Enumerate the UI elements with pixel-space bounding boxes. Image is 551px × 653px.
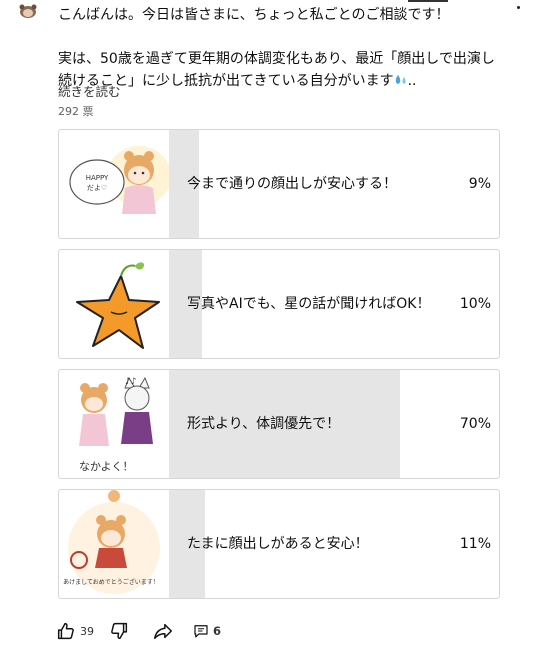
svg-text:♪♪: ♪♪ <box>125 377 137 387</box>
poll-option[interactable]: 写真やAIでも、星の話が聞ければOK！ 10% <box>58 249 500 359</box>
post-line-2: 実は、50歳を過ぎて更年期の体調変化もあり、最近「顔出しで出演し <box>58 51 495 67</box>
poll-option-label: 写真やAIでも、星の話が聞ければOK！ <box>187 296 431 312</box>
post-line-1: こんばんは。今日は皆さまに、ちょっと私ごとのご相談です！ <box>58 7 450 23</box>
option-illustration-happy-bear: HAPPY だよ♡ <box>69 146 169 214</box>
poll-option-label: 今まで通りの顔出しが安心する！ <box>187 176 397 192</box>
like-count: 39 <box>80 624 94 638</box>
illustration-caption: あけましておめでとうございます！ <box>63 578 159 586</box>
poll-option-percent: 9% <box>468 176 491 192</box>
thumbs-up-icon <box>57 622 74 640</box>
dislike-button[interactable] <box>108 620 130 642</box>
share-icon <box>154 623 172 640</box>
post-body: こんばんは。今日は皆さまに、ちょっと私ごとのご相談です！ 実は、50歳を過ぎて更… <box>58 4 538 92</box>
comment-count: 6 <box>213 624 222 638</box>
vote-count: 292 票 <box>58 105 94 118</box>
poll-option[interactable]: あけましておめでとうございます！ たまに顔出しがあると安心！ 11% <box>58 489 500 599</box>
sweat-drops-icon <box>395 75 406 84</box>
share-button[interactable] <box>152 620 174 642</box>
poll-option-label: たまに顔出しがあると安心！ <box>187 536 369 552</box>
comment-icon <box>194 625 208 638</box>
option-illustration-bear-and-cat: ♪♪ なかよく！ <box>79 376 153 473</box>
post-actions: 39 6 <box>55 619 221 643</box>
post-line-3-ellipsis: .. <box>407 73 417 89</box>
poll-option[interactable]: ♪♪ なかよく！ 形式より、体調優先で！ 70% <box>58 369 500 479</box>
poll-option-percent: 11% <box>459 536 491 552</box>
option-illustration-new-year-bear: あけましておめでとうございます！ <box>63 490 160 594</box>
poll-option-percent: 70% <box>459 416 491 432</box>
poll-option-label: 形式より、体調優先で！ <box>187 416 341 432</box>
read-more-link[interactable]: 続きを読む <box>58 81 121 100</box>
svg-text:HAPPY: HAPPY <box>86 174 109 182</box>
like-button[interactable]: 39 <box>55 620 94 642</box>
comments-button[interactable]: 6 <box>192 622 221 640</box>
channel-avatar[interactable] <box>18 3 38 19</box>
svg-text:だよ♡: だよ♡ <box>87 184 107 192</box>
post-line-3: 続けること」に少し抵抗が出てきている自分がいます.. <box>58 70 538 92</box>
thumbs-down-icon <box>111 622 128 640</box>
poll-option[interactable]: HAPPY だよ♡ 今まで通りの顔出しが安心する！ 9% <box>58 129 500 239</box>
poll-option-percent: 10% <box>459 296 491 312</box>
top-divider <box>408 0 448 2</box>
illustration-caption: なかよく！ <box>79 460 133 473</box>
option-illustration-star <box>76 262 160 349</box>
